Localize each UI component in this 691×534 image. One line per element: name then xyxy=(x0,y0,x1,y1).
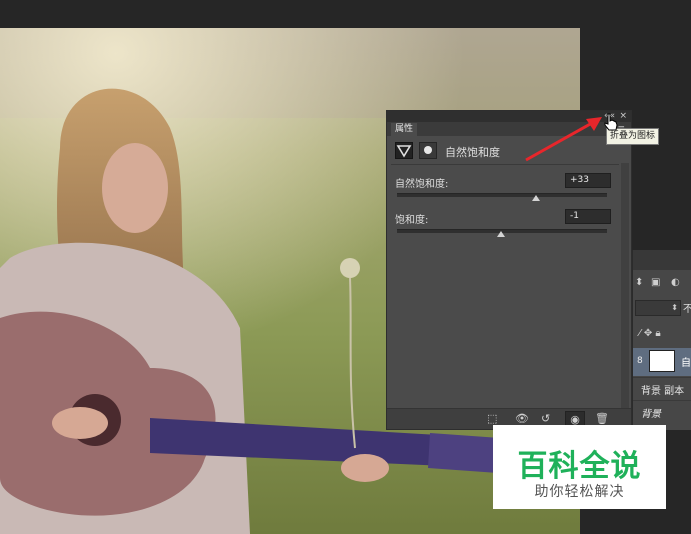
saturation-slider-thumb[interactable] xyxy=(496,231,505,237)
layer-name: 背景 副本 xyxy=(641,386,685,397)
layer-name: 自 xyxy=(681,358,691,369)
tab-properties[interactable]: 属性 xyxy=(391,123,418,136)
layer-row-background-copy[interactable]: 背景 副本 xyxy=(633,377,691,400)
opacity-label: 不 xyxy=(683,304,691,315)
vibrance-slider-track[interactable] xyxy=(397,193,607,197)
properties-panel: «« × 属性 ≡ 自然饱和度 自然饱和度: +33 饱和度: -1 ⬚ 👁︎ … xyxy=(386,110,632,430)
layer-name: 背景 xyxy=(641,409,661,420)
saturation-value-input[interactable]: -1 xyxy=(565,209,611,224)
close-button[interactable]: × xyxy=(619,111,627,122)
layers-panel: ⬍ ▣ ◐ ⬍ 不 ⁄ ✥ 🔒︎ 8 自 背景 副本 背景 xyxy=(632,250,691,430)
filter-arrow-icon[interactable]: ⬍ xyxy=(635,277,643,288)
panel-titlebar[interactable]: «« × xyxy=(387,111,631,122)
panel-scrollbar[interactable] xyxy=(621,163,629,408)
adjustment-filter-icon[interactable]: ◐ xyxy=(671,277,680,288)
vibrance-label: 自然饱和度: xyxy=(395,179,449,190)
link-icon: 8 xyxy=(637,356,643,366)
watermark-subtitle: 助你轻松解决 xyxy=(534,484,625,500)
layer-mask-icon[interactable] xyxy=(419,142,437,159)
layer-row-background[interactable]: 背景 xyxy=(633,400,691,423)
lock-icons[interactable]: ⁄ ✥ 🔒︎ xyxy=(639,328,661,339)
watermark-title: 百科全说 xyxy=(517,449,642,484)
layer-row-vibrance[interactable]: 8 自 xyxy=(633,348,691,376)
watermark: 百科全说 助你轻松解决 xyxy=(493,425,666,509)
panel-tab-row: 属性 ≡ xyxy=(387,122,631,136)
adjustment-title: 自然饱和度 xyxy=(445,146,500,159)
layers-panel-header xyxy=(633,250,691,270)
saturation-label: 饱和度: xyxy=(395,215,429,226)
layer-mask-thumbnail[interactable] xyxy=(649,350,675,372)
divider xyxy=(391,164,619,165)
layer-filter-icons[interactable]: ⬍ ▣ ◐ xyxy=(633,272,691,294)
hand-cursor-icon xyxy=(604,113,618,131)
vibrance-slider-thumb[interactable] xyxy=(531,195,540,201)
image-filter-icon[interactable]: ▣ xyxy=(651,277,660,288)
blend-mode-select[interactable]: ⬍ xyxy=(635,300,681,316)
adjustment-header: 自然饱和度 xyxy=(391,140,619,162)
chevron-updown-icon: ⬍ xyxy=(671,303,678,312)
vibrance-adjustment-icon xyxy=(395,142,413,159)
vibrance-value-input[interactable]: +33 xyxy=(565,173,611,188)
